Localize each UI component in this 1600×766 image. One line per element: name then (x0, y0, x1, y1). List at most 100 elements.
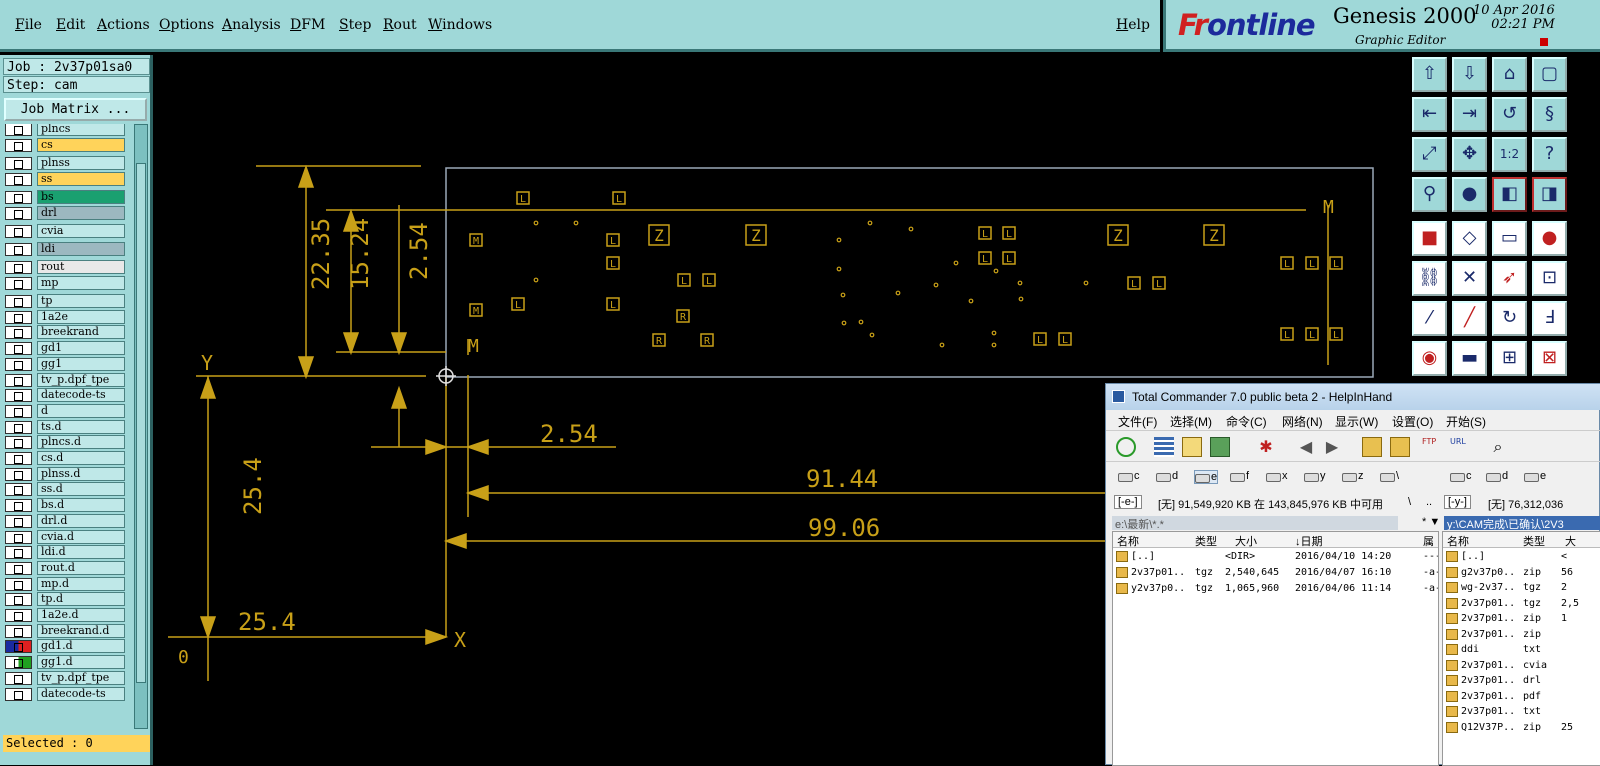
layer-row[interactable]: plncs (4, 124, 132, 137)
layer-toggle[interactable] (5, 561, 32, 575)
drive-c[interactable]: c (1118, 470, 1140, 482)
pad-red-icon[interactable]: ⊡ (1532, 261, 1567, 296)
search-icon[interactable]: ⌕ (1488, 437, 1508, 457)
layer-name[interactable]: rout (37, 260, 125, 275)
drive-network[interactable]: \ (1380, 470, 1399, 482)
layer-row[interactable]: bs (4, 189, 132, 205)
layer-row[interactable]: tp (4, 294, 132, 309)
left-path-history[interactable]: * ▼ (1422, 516, 1440, 528)
left-up-button[interactable]: .. (1426, 496, 1432, 508)
file-row[interactable]: 2v37p01.. txt (1443, 705, 1600, 720)
layer-row[interactable]: d (4, 403, 132, 419)
layer-toggle[interactable] (5, 357, 32, 371)
layer-row[interactable]: gg1.d (4, 655, 132, 670)
menu-rout[interactable]: Rout (383, 17, 417, 33)
layer-row[interactable]: rout (4, 260, 132, 275)
file-row[interactable]: 2v37p01.. pdf (1443, 690, 1600, 705)
file-row[interactable]: 2v37p01.. cvia (1443, 659, 1600, 674)
layer-toggle[interactable] (5, 242, 32, 256)
layer-name[interactable]: rout.d (37, 560, 125, 575)
col-type[interactable]: 类型 (1195, 533, 1217, 549)
layer-toggle[interactable] (5, 577, 32, 591)
file-row[interactable]: 2v37p01.. tgz 2,540,645 2016/04/07 16:10 -a- (1113, 566, 1438, 581)
col-name[interactable]: 名称 (1117, 533, 1139, 549)
net-select-icon[interactable]: ◨ (1532, 177, 1567, 212)
layer-name[interactable]: 1a2e.d (37, 608, 125, 622)
layer-toggle[interactable] (5, 436, 32, 450)
layer-row[interactable]: rout.d (4, 560, 132, 576)
layer-row[interactable]: mp (4, 275, 132, 291)
layer-name[interactable]: ts.d (37, 419, 125, 434)
layer-row[interactable]: tv_p.dpf_tpe (4, 372, 132, 388)
url-icon[interactable]: URL (1450, 437, 1470, 457)
step-down-icon[interactable]: ⇩ (1452, 57, 1487, 92)
invert-selection-icon[interactable]: ✱ (1256, 437, 1276, 457)
layer-name[interactable]: bs.d (37, 498, 125, 513)
layer-toggle[interactable] (5, 546, 32, 560)
layer-row[interactable]: cs.d (4, 451, 132, 466)
unpack-icon[interactable] (1390, 437, 1410, 457)
tc-menu-start[interactable]: 开始(S) (1446, 413, 1486, 430)
layer-name[interactable]: cvia.d (37, 529, 125, 544)
layer-row[interactable]: ss.d (4, 482, 132, 497)
layer-row[interactable]: ldi (4, 241, 132, 257)
layer-name[interactable]: gd1.d (37, 639, 125, 654)
layer-toggle[interactable] (5, 276, 32, 290)
drive-z[interactable]: z (1342, 470, 1364, 482)
layer-name[interactable]: gg1.d (37, 655, 125, 670)
layer-name[interactable]: 1a2e (37, 309, 125, 324)
layer-name[interactable]: tv_p.dpf_tpe (37, 372, 125, 387)
layer-name[interactable]: datecode-ts (37, 388, 125, 403)
layer-name[interactable]: mp (37, 275, 125, 290)
layer-toggle[interactable] (5, 656, 32, 670)
layer-toggle[interactable] (5, 190, 32, 204)
job-matrix-button[interactable]: Job Matrix ... (4, 98, 147, 121)
layer-row[interactable]: ldi.d (4, 545, 132, 560)
menu-help[interactable]: Help (1116, 17, 1150, 33)
layer-row[interactable]: plnss.d (4, 466, 132, 482)
col-name-right[interactable]: 名称 (1447, 533, 1469, 549)
pad-icon[interactable]: ■ (1412, 221, 1447, 256)
line-icon[interactable]: ⁄ (1412, 301, 1447, 336)
menu-analysis[interactable]: Analysis (222, 17, 281, 33)
layer-name[interactable]: d (37, 403, 125, 418)
layer-name[interactable]: plncs.d (37, 435, 125, 450)
drive-e[interactable]: e (1194, 470, 1219, 484)
col-type-right[interactable]: 类型 (1523, 533, 1545, 549)
layer-toggle[interactable] (5, 342, 32, 356)
layer-toggle[interactable] (5, 514, 32, 528)
layer-name[interactable]: gg1 (37, 356, 125, 371)
menu-step[interactable]: Step (339, 17, 371, 33)
layer-name[interactable]: plnss.d (37, 466, 125, 481)
zoom-right-icon[interactable]: ⇥ (1452, 97, 1487, 132)
layer-row[interactable]: cs (4, 137, 132, 153)
layer-name[interactable]: plncs (37, 124, 125, 136)
layer-name[interactable]: breekrand.d (37, 623, 125, 638)
layer-name[interactable]: drl (37, 205, 125, 220)
layer-toggle[interactable] (5, 124, 32, 136)
layer-name[interactable]: mp.d (37, 576, 125, 591)
back-icon[interactable]: ◀ (1296, 437, 1316, 457)
layer-name[interactable]: breekrand (37, 325, 125, 340)
layer-name[interactable]: bs (37, 189, 125, 204)
layer-name[interactable]: tv_p.dpf_tpe (37, 670, 125, 685)
layer-toggle[interactable] (5, 310, 32, 324)
layer-name[interactable]: tp.d (37, 592, 125, 607)
file-row[interactable]: 2v37p01.. zip 1 (1443, 612, 1600, 627)
layer-row[interactable]: tv_p.dpf_tpe (4, 670, 132, 686)
tc-menu-commands[interactable]: 命令(C) (1226, 413, 1267, 430)
drive-c-right[interactable]: c (1450, 470, 1472, 482)
layer-toggle[interactable] (5, 530, 32, 544)
layer-toggle[interactable] (5, 640, 32, 654)
layer-row[interactable]: gg1 (4, 356, 132, 372)
layer-toggle[interactable] (5, 687, 32, 701)
file-row[interactable]: g2v37p0.. zip 56 (1443, 566, 1600, 581)
col-size[interactable]: 大小 (1235, 533, 1257, 549)
layer-toggle[interactable] (5, 373, 32, 387)
layer-name[interactable]: gd1 (37, 341, 125, 356)
col-size-right[interactable]: 大 (1565, 533, 1576, 549)
layer-toggle[interactable] (5, 224, 32, 238)
grid-icon[interactable]: ⊠ (1532, 341, 1567, 376)
col-date[interactable]: ↓日期 (1295, 533, 1323, 549)
cross-icon[interactable]: ✕ (1452, 261, 1487, 296)
